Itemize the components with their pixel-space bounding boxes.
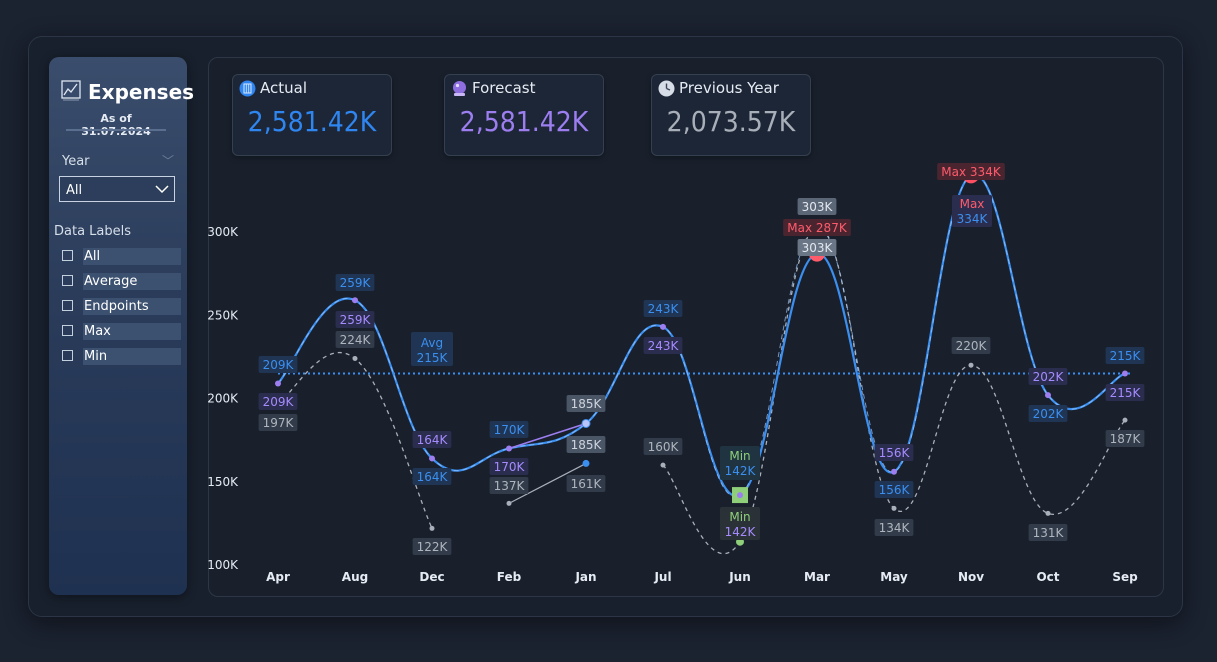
- previous-year-label-apr: 197K: [263, 416, 295, 430]
- jun-min-label-2-value: 142K: [725, 525, 757, 539]
- forecast-label-jul: 243K: [648, 339, 680, 353]
- actual-line: [277, 173, 1126, 497]
- jan-label-top: 185K: [571, 397, 603, 411]
- actual-label-aug: 259K: [340, 276, 372, 290]
- previous-year-line-a: [277, 351, 433, 529]
- jun-min-label-top: Min: [729, 449, 750, 463]
- forecast-label-sep: 215K: [1110, 386, 1142, 400]
- average-label-top: Avg: [421, 336, 443, 350]
- forecast-label-aug: 259K: [340, 313, 372, 327]
- min-point-jun: [737, 492, 743, 499]
- x-tick-label-may: May: [880, 570, 908, 584]
- previous-year-point-sep: [1122, 417, 1128, 423]
- x-tick-label-feb: Feb: [497, 570, 522, 584]
- forecast-label-oct: 202K: [1033, 370, 1065, 384]
- previous-year-label-sep: 187K: [1110, 432, 1142, 446]
- y-tick-label: 100K: [207, 558, 239, 572]
- forecast-label-dec: 164K: [417, 433, 449, 447]
- previous-year-point-feb: [506, 500, 512, 506]
- forecast-label-may: 156K: [879, 446, 911, 460]
- previous-year-point-jul: [660, 462, 666, 468]
- nov-max-label: Max 334K: [941, 165, 1002, 179]
- previous-year-point-nov: [968, 362, 974, 368]
- x-tick-label-jul: Jul: [653, 570, 671, 584]
- actual-point-oct: [1045, 392, 1051, 399]
- x-tick-label-oct: Oct: [1036, 570, 1059, 584]
- x-tick-label-dec: Dec: [419, 570, 444, 584]
- actual-label-may: 156K: [879, 483, 911, 497]
- x-tick-label-nov: Nov: [958, 570, 984, 584]
- x-tick-label-mar: Mar: [804, 570, 830, 584]
- actual-label-oct: 202K: [1033, 407, 1065, 421]
- y-tick-label: 150K: [207, 475, 239, 489]
- previous-year-label-may: 134K: [879, 521, 911, 535]
- mar-max-label: Max 287K: [787, 221, 848, 235]
- mar-label-303-bottom: 303K: [802, 241, 834, 255]
- y-tick-label: 300K: [207, 225, 239, 239]
- actual-label-jul: 243K: [648, 302, 680, 316]
- actual-point-dec: [429, 455, 435, 462]
- x-tick-label-apr: Apr: [266, 570, 290, 584]
- actual-point-sep: [1122, 370, 1128, 377]
- actual-label-feb: 170K: [494, 423, 526, 437]
- actual-point-jul: [660, 323, 666, 330]
- x-tick-label-jun: Jun: [728, 570, 751, 584]
- previous-year-label-jul: 160K: [648, 440, 680, 454]
- nov-max-second-top: Max: [960, 197, 985, 211]
- nov-max-second-value: 334K: [957, 212, 989, 226]
- actual-label-sep: 215K: [1110, 349, 1142, 363]
- previous-year-label-aug: 224K: [340, 333, 372, 347]
- actual-point-aug: [352, 297, 358, 304]
- x-tick-label-jan: Jan: [574, 570, 596, 584]
- expenses-line-chart: 300K 250K 200K 150K 100K Apr Aug Dec Feb Jan Jul Ju…: [207, 163, 1145, 584]
- previous-year-label-oct: 131K: [1033, 526, 1065, 540]
- jan-label-bottom: 185K: [571, 438, 603, 452]
- previous-year-point-jan: [582, 459, 590, 467]
- x-tick-label-aug: Aug: [342, 570, 368, 584]
- forecast-label-apr: 209K: [263, 395, 295, 409]
- jun-min-label-2-top: Min: [729, 510, 750, 524]
- actual-point-feb: [506, 445, 512, 452]
- mar-label-303-top: 303K: [802, 200, 834, 214]
- previous-year-label-feb: 137K: [494, 479, 526, 493]
- average-label-value: 215K: [417, 351, 449, 365]
- y-tick-label: 250K: [207, 308, 239, 322]
- forecast-label-feb: 170K: [494, 460, 526, 474]
- actual-label-dec: 164K: [417, 470, 449, 484]
- actual-point-apr: [275, 380, 281, 387]
- previous-year-label-nov: 220K: [956, 339, 988, 353]
- y-tick-label: 200K: [207, 392, 239, 406]
- previous-year-label-dec: 122K: [417, 540, 449, 554]
- jun-min-label-value: 142K: [725, 464, 757, 478]
- previous-year-point-may: [891, 505, 897, 511]
- forecast-line: [277, 174, 1126, 498]
- previous-year-label-jan: 161K: [571, 477, 603, 491]
- actual-label-apr: 209K: [263, 358, 295, 372]
- previous-year-point-oct: [1045, 510, 1051, 516]
- jan-point: [581, 418, 591, 428]
- x-tick-label-sep: Sep: [1112, 570, 1138, 584]
- previous-year-line-c: [662, 226, 1126, 554]
- actual-point-may: [891, 468, 897, 475]
- previous-year-point-aug: [352, 356, 358, 362]
- previous-year-point-dec: [429, 525, 435, 531]
